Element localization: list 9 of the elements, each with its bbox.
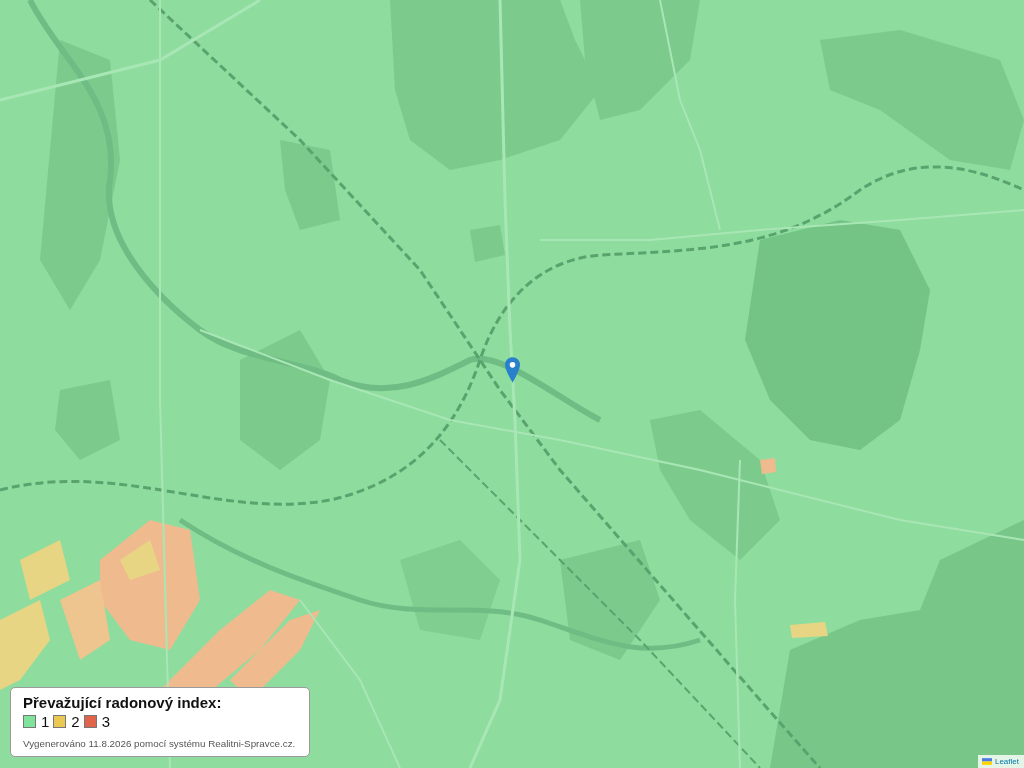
leaflet-link[interactable]: Leaflet: [994, 756, 1019, 767]
legend-label: 2: [71, 713, 80, 730]
legend-title: Převažující radonový index:: [23, 694, 222, 711]
legend-note: Vygenerováno 11.8.2026 pomocí systému Realitni-Spravce.cz.: [23, 738, 296, 749]
legend-label: 3: [101, 713, 111, 730]
location-pin-icon[interactable]: [505, 357, 520, 383]
map-drawing[interactable]: [0, 0, 1024, 768]
flag-icon: [981, 758, 992, 765]
legend-label: 1: [41, 713, 50, 730]
